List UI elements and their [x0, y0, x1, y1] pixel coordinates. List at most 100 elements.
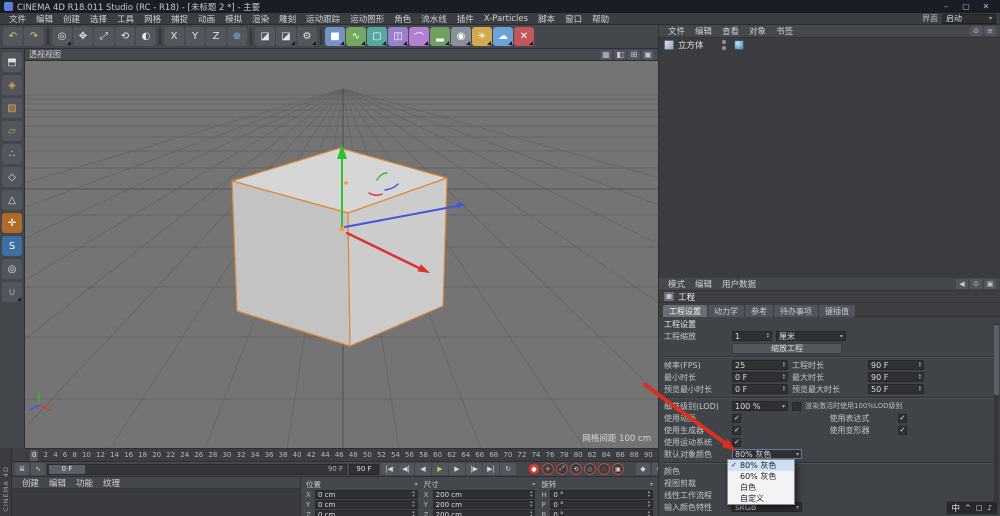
menu-item[interactable]: 脚本 [533, 13, 560, 25]
view-quad-icon[interactable]: ⊞ [628, 50, 640, 60]
key-position-button[interactable]: ✛ [542, 463, 554, 475]
key-pla-button[interactable]: ∴ [598, 463, 610, 475]
timeline-ruler[interactable]: 0246810121416182022242628303234363840424… [25, 448, 658, 461]
power-slider[interactable]: 0 F 90 F [47, 464, 347, 475]
snap-magnet-button[interactable]: ∪ [2, 282, 22, 302]
coord-group-header[interactable]: 位置 ▾ [306, 479, 418, 489]
maximize-button[interactable]: ▢ [956, 0, 976, 13]
coord-field[interactable]: 0 cm▴▾ [315, 490, 418, 499]
stepper[interactable]: ▴▾ [767, 333, 769, 340]
menu-item[interactable]: 角色 [389, 13, 416, 25]
add-light-button[interactable]: ☀ [472, 27, 492, 46]
scrollbar[interactable] [994, 323, 999, 510]
stepper[interactable]: ▴▾ [919, 386, 921, 393]
coord-field[interactable]: 200 cm▴▾ [433, 490, 536, 499]
menu-item[interactable]: 编辑 [690, 278, 717, 290]
coord-field[interactable]: 0 cm▴▾ [315, 500, 418, 509]
view-maximize-icon[interactable]: ▣ [642, 50, 654, 60]
menu-item[interactable]: 对象 [744, 25, 771, 37]
tab-todo[interactable]: 待办事项 [774, 305, 818, 317]
stepper[interactable]: ▴▾ [530, 501, 532, 508]
stepper[interactable]: ▴▾ [919, 374, 921, 381]
autokey-button[interactable]: ▣ [612, 463, 624, 475]
ime-caret-icon[interactable]: ^ [965, 504, 971, 512]
menu-item[interactable]: 书签 [771, 25, 798, 37]
om-search-icon[interactable]: ⊙ [970, 26, 982, 36]
next-frame-button[interactable]: ▶ [449, 463, 465, 475]
add-cube-button[interactable]: ■ [325, 27, 345, 46]
phong-tag-icon[interactable] [734, 40, 744, 50]
view-cameras-icon[interactable]: ◧ [614, 50, 626, 60]
lock-y-button[interactable]: Y [185, 27, 205, 46]
prev-frame-button[interactable]: ◀ [415, 463, 431, 475]
end-frame-field[interactable]: 90 F [349, 464, 379, 475]
coordinate-system-button[interactable]: ⊕ [227, 27, 247, 46]
viewport-filter-button[interactable]: ◎ [2, 259, 22, 279]
menu-item[interactable]: 纹理 [98, 477, 125, 489]
lod-render-checkbox[interactable] [792, 402, 801, 411]
dropdown-option[interactable]: 60% 灰色 [728, 471, 794, 482]
stepper[interactable]: ▴▾ [530, 491, 532, 498]
attr-field[interactable]: 0 F▴▾ [732, 384, 788, 394]
dropdown-option[interactable]: 80% 灰色 [728, 460, 794, 471]
minimize-button[interactable]: – [936, 0, 956, 13]
checkbox[interactable] [732, 426, 741, 435]
stepper[interactable]: ▴▾ [783, 386, 785, 393]
timeline-mode-button[interactable]: ≣ [15, 463, 29, 475]
texture-mode-button[interactable]: ▨ [2, 98, 22, 118]
stepper[interactable]: ▴▾ [648, 501, 650, 508]
menu-item[interactable]: 文件 [663, 25, 690, 37]
lod-select[interactable]: 100 % ▾ [732, 401, 788, 411]
stepper[interactable]: ▴▾ [412, 511, 414, 516]
checkbox[interactable] [732, 414, 741, 423]
lock-z-button[interactable]: Z [206, 27, 226, 46]
menu-item[interactable]: 帮助 [587, 13, 614, 25]
am-search-icon[interactable]: ⊙ [970, 279, 982, 289]
menu-item[interactable]: 动画 [193, 13, 220, 25]
add-floor-button[interactable]: ▂ [430, 27, 450, 46]
edges-mode-button[interactable]: ◇ [2, 167, 22, 187]
checkbox[interactable] [732, 438, 741, 447]
menu-item[interactable]: 功能 [71, 477, 98, 489]
last-tool-button[interactable]: ◐ [136, 27, 156, 46]
scale-unit-select[interactable]: 厘米 ▾ [776, 331, 846, 341]
menu-item[interactable]: 工具 [112, 13, 139, 25]
立方体[interactable]: 立方体 [659, 38, 1000, 51]
goto-end-button[interactable]: ▶| [483, 463, 499, 475]
attr-field[interactable]: 0 F▴▾ [732, 372, 788, 382]
stepper[interactable]: ▴▾ [919, 362, 921, 369]
add-bend-button[interactable]: ⌒ [409, 27, 429, 46]
nav-back-icon[interactable]: ◀ [956, 279, 968, 289]
keyframe-selection-button[interactable]: ◆ [636, 463, 650, 475]
record-keyframe-button[interactable]: ● [528, 463, 540, 475]
attr-field[interactable]: 90 F▴▾ [868, 360, 924, 370]
scrollbar-thumb[interactable] [994, 325, 999, 395]
coord-field[interactable]: 0 °▴▾ [550, 500, 653, 509]
menu-item[interactable]: 查看 [717, 25, 744, 37]
key-scale-button[interactable]: ⤢ [556, 463, 568, 475]
add-xparticles-button[interactable]: ✕ [514, 27, 534, 46]
loop-button[interactable]: ↻ [500, 463, 516, 475]
menu-item[interactable]: 用户数据 [717, 278, 761, 290]
menu-item[interactable]: 流水线 [416, 13, 452, 25]
scale-field[interactable]: 1 ▴▾ [732, 331, 772, 341]
menu-item[interactable]: 创建 [17, 477, 44, 489]
menu-item[interactable]: 运动图形 [345, 13, 389, 25]
stepper[interactable]: ▴▾ [783, 374, 785, 381]
coord-field[interactable]: 0 °▴▾ [550, 490, 653, 499]
model-mode-button[interactable]: ◈ [2, 75, 22, 95]
attr-field[interactable]: 90 F▴▾ [868, 372, 924, 382]
key-rotation-button[interactable]: ⟲ [570, 463, 582, 475]
checkbox[interactable] [898, 414, 907, 423]
am-lock-icon[interactable]: ▣ [984, 279, 996, 289]
goto-start-button[interactable]: |◀ [381, 463, 397, 475]
coord-field[interactable]: 200 cm▴▾ [433, 510, 536, 516]
layout-select[interactable]: 启动 ▾ [942, 14, 996, 24]
menu-item[interactable]: 选择 [85, 13, 112, 25]
menu-item[interactable]: 雕刻 [274, 13, 301, 25]
coord-group-header[interactable]: 尺寸 ▾ [424, 479, 536, 489]
ime-language[interactable]: 中 [952, 502, 961, 514]
dropdown-option[interactable]: 自定义 [728, 493, 794, 504]
render-picture-viewer-button[interactable]: ◪ [276, 27, 296, 46]
key-parameter-button[interactable]: ◇ [584, 463, 596, 475]
